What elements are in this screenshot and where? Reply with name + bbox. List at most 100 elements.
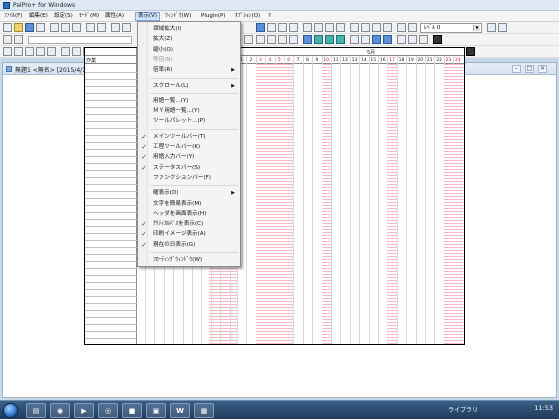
view-menu-item[interactable]: ✓ 工程ツールバー(K) bbox=[138, 142, 240, 152]
font-icon[interactable] bbox=[303, 35, 312, 44]
settings-icon[interactable] bbox=[397, 23, 406, 32]
pattern-icon[interactable] bbox=[325, 35, 334, 44]
minimize-button[interactable]: – bbox=[512, 65, 521, 73]
arrow-end-icon[interactable] bbox=[72, 47, 81, 56]
menu-settings[interactable]: 設定(S) bbox=[52, 12, 75, 21]
cursor-icon[interactable] bbox=[256, 23, 265, 32]
taskbar-browser-button[interactable]: ◉ bbox=[50, 403, 70, 418]
grid-icon[interactable] bbox=[122, 23, 131, 32]
dash-style-icon[interactable] bbox=[14, 47, 23, 56]
layout-icon[interactable] bbox=[314, 23, 323, 32]
border-icon[interactable] bbox=[336, 35, 345, 44]
cut-icon[interactable] bbox=[50, 23, 59, 32]
view-menu-item[interactable]: ＭＹ用語一覧...(Y) bbox=[138, 106, 240, 116]
taskbar-word-button[interactable]: W bbox=[170, 403, 190, 418]
table-grid-icon[interactable] bbox=[397, 35, 406, 44]
menu-help[interactable]: ? bbox=[266, 12, 273, 21]
menu-edit[interactable]: 編集(E) bbox=[27, 12, 50, 21]
zoom-out-icon[interactable] bbox=[289, 23, 298, 32]
new-file-icon[interactable] bbox=[3, 23, 12, 32]
level-select[interactable]: ﾚﾍﾞﾙ 0 ▼ bbox=[420, 23, 482, 33]
maximize-button[interactable]: □ bbox=[525, 65, 534, 73]
view-menu-item[interactable]: ﾌﾛｰﾃｨﾝｸﾞｳｨﾝﾄﾞｳ(W) bbox=[138, 255, 240, 265]
taskbar-chrome-button[interactable]: ◎ bbox=[98, 403, 118, 418]
view-menu-item[interactable]: 倍率(R) ▶ bbox=[138, 65, 240, 75]
loop-icon[interactable] bbox=[289, 35, 298, 44]
taskbar-explorer-button[interactable]: ▤ bbox=[26, 403, 46, 418]
view-menu-item[interactable]: ツールパレット...(P) bbox=[138, 116, 240, 126]
menu-window[interactable]: ｳｨﾝﾄﾞｳ(W) bbox=[163, 12, 193, 21]
close-button[interactable]: × bbox=[538, 65, 547, 73]
view-menu-item[interactable]: 曜表示(D) ▶ bbox=[138, 188, 240, 198]
row-icon[interactable] bbox=[419, 35, 428, 44]
color-picker-icon[interactable] bbox=[433, 35, 442, 44]
view-menu-item[interactable]: ✓ 印刷イメージ表示(A) bbox=[138, 229, 240, 239]
view-menu-item[interactable]: スクロール(L) ▶ bbox=[138, 81, 240, 91]
line-icon[interactable] bbox=[3, 35, 12, 44]
zoom-area-icon[interactable] bbox=[267, 23, 276, 32]
menu-attribute[interactable]: 属性(A) bbox=[103, 12, 126, 21]
view-menu-item[interactable]: 縮小(O) bbox=[138, 45, 240, 55]
menu-view[interactable]: 表示(V) bbox=[135, 12, 161, 21]
open-folder-icon[interactable] bbox=[14, 23, 23, 32]
list-icon[interactable] bbox=[361, 23, 370, 32]
menu-option[interactable]: ｵﾌﾟｼｮﾝ(O) bbox=[233, 12, 262, 21]
view-menu-item[interactable]: 領域拡大(I) bbox=[138, 24, 240, 34]
tree-icon[interactable] bbox=[383, 35, 392, 44]
view-menu-item[interactable]: ファンクションバー(F) bbox=[138, 173, 240, 183]
window-icon[interactable] bbox=[325, 23, 334, 32]
arrow-right-icon[interactable] bbox=[267, 35, 276, 44]
view-menu-item[interactable]: ✓ ｸﾘﾃｨｶﾙﾊﾟｽを表示(C) bbox=[138, 219, 240, 229]
taskbar-media-button[interactable]: ▶ bbox=[74, 403, 94, 418]
calendar-icon[interactable] bbox=[372, 23, 381, 32]
thin-line-icon[interactable] bbox=[36, 47, 45, 56]
arrow-up-right-icon[interactable] bbox=[256, 35, 265, 44]
view-menu-item[interactable]: ✓ メインツールバー(T) bbox=[138, 132, 240, 142]
view-menu-item[interactable]: 文字を簡易表示(M) bbox=[138, 199, 240, 209]
distribute-icon[interactable] bbox=[361, 35, 370, 44]
align-icon[interactable] bbox=[350, 35, 359, 44]
page-icon[interactable] bbox=[303, 23, 312, 32]
menu-mode[interactable]: ﾓｰﾄﾞ(M) bbox=[77, 12, 101, 21]
menu-plugin[interactable]: Plugin(P) bbox=[199, 12, 227, 21]
start-button[interactable] bbox=[3, 403, 18, 418]
shape-arc-icon[interactable] bbox=[244, 35, 253, 44]
copy-icon[interactable] bbox=[61, 23, 70, 32]
arrow-start-icon[interactable] bbox=[61, 47, 70, 56]
fill-icon[interactable] bbox=[314, 35, 323, 44]
curve-icon[interactable] bbox=[278, 35, 287, 44]
thick-line-icon[interactable] bbox=[47, 47, 56, 56]
taskbar-app-button[interactable]: ■ bbox=[122, 403, 142, 418]
fill-color-icon[interactable] bbox=[466, 47, 475, 56]
view-menu-item[interactable]: ヘッダを画面表示(H) bbox=[138, 209, 240, 219]
hierarchy-icon[interactable] bbox=[372, 35, 381, 44]
info-icon[interactable] bbox=[498, 23, 507, 32]
rect-icon[interactable] bbox=[14, 35, 23, 44]
undo-icon[interactable] bbox=[86, 23, 95, 32]
clock[interactable]: 11:53 bbox=[534, 404, 553, 412]
redo-icon[interactable] bbox=[97, 23, 106, 32]
print-icon[interactable] bbox=[36, 23, 45, 32]
taskbar-palpro-button[interactable]: ▣ bbox=[146, 403, 166, 418]
table-icon[interactable] bbox=[111, 23, 120, 32]
term-input[interactable] bbox=[28, 36, 132, 44]
help-icon[interactable] bbox=[487, 23, 496, 32]
paste-icon[interactable] bbox=[72, 23, 81, 32]
export-icon[interactable] bbox=[383, 23, 392, 32]
lock-icon[interactable] bbox=[408, 23, 417, 32]
dot-style-icon[interactable] bbox=[25, 47, 34, 56]
menu-file[interactable]: ﾌｧｲﾙ(F) bbox=[2, 12, 24, 21]
chart-icon[interactable] bbox=[350, 23, 359, 32]
view-menu-item[interactable]: ✓ 現在の日表示(G) bbox=[138, 240, 240, 250]
view-menu-item[interactable]: ✓ 用語入力バー(Y) bbox=[138, 152, 240, 162]
taskbar-explorer2-button[interactable]: ▦ bbox=[194, 403, 214, 418]
view-menu-item[interactable]: ✓ ステータスバー(S) bbox=[138, 163, 240, 173]
column-icon[interactable] bbox=[408, 35, 417, 44]
save-icon[interactable] bbox=[25, 23, 34, 32]
split-icon[interactable] bbox=[336, 23, 345, 32]
zoom-in-icon[interactable] bbox=[278, 23, 287, 32]
tray-library[interactable]: ライブラリ bbox=[448, 405, 478, 414]
line-style-icon[interactable] bbox=[3, 47, 12, 56]
view-menu-item[interactable]: 用語一覧...(Y) bbox=[138, 96, 240, 106]
view-menu-item[interactable]: 拡大(Z) bbox=[138, 34, 240, 44]
